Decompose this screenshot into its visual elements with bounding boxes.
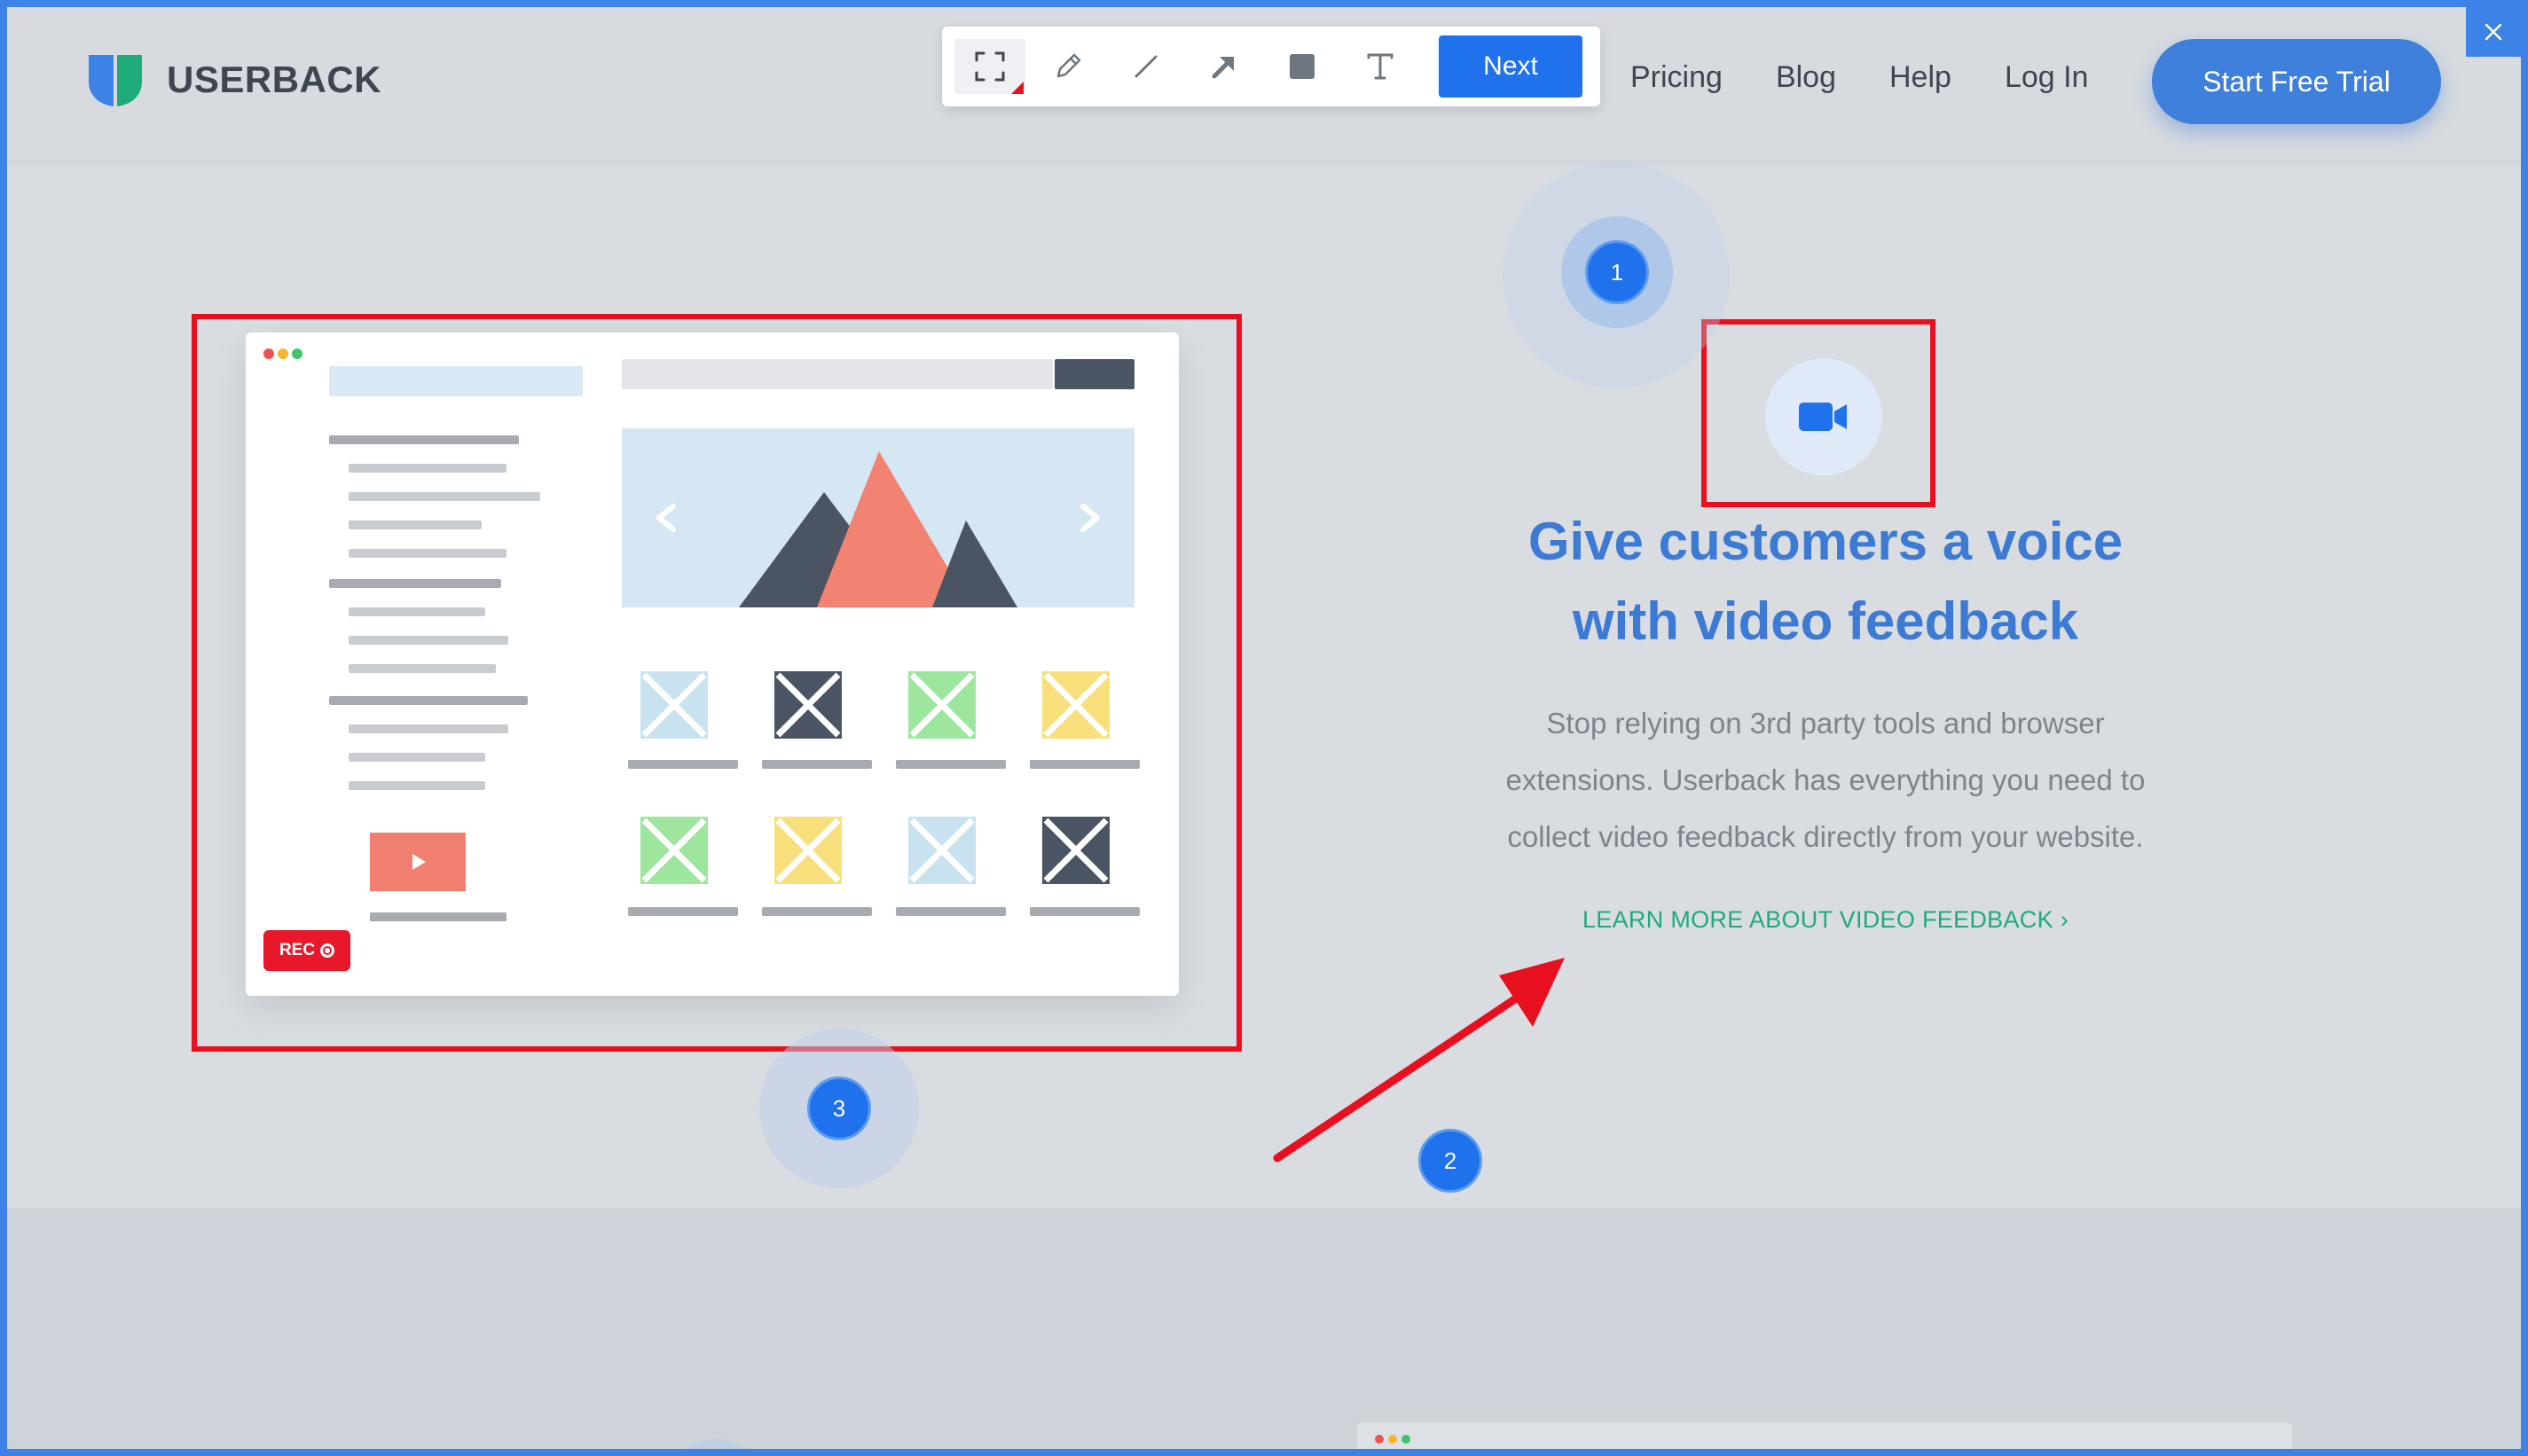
description-line-2: extensions. Userback has everything you … [1505, 763, 2146, 796]
next-section-window [1357, 1422, 2292, 1449]
tool-pencil[interactable] [1032, 39, 1103, 94]
nav-help[interactable]: Help [1889, 60, 1951, 95]
tool-text[interactable] [1345, 39, 1416, 94]
annotation-marker-1[interactable]: 1 [1585, 240, 1649, 304]
description-line-3: collect video feedback directly from you… [1507, 820, 2144, 853]
window-dot-green [1401, 1435, 1410, 1444]
headline-line-2: with video feedback [1572, 591, 2079, 651]
nav-pricing[interactable]: Pricing [1630, 60, 1723, 95]
annotation-marker-3[interactable]: 3 [807, 1076, 871, 1140]
crop-icon [975, 51, 1005, 82]
screenshot-frame: USERBACK Pricing Blog Help Log In Start … [0, 0, 2528, 1456]
text-icon [1367, 53, 1394, 80]
tool-crop[interactable] [954, 39, 1025, 94]
brand-name: USERBACK [167, 59, 382, 100]
next-button[interactable]: Next [1439, 35, 1582, 98]
learn-more-video-feedback-link[interactable]: LEARN MORE ABOUT VIDEO FEEDBACK › [1391, 906, 2260, 934]
video-camera-icon [1799, 403, 1847, 431]
marker-halo-partial [663, 1439, 770, 1449]
description-line-1: Stop relying on 3rd party tools and brow… [1546, 707, 2105, 740]
close-annotation-button[interactable] [2466, 7, 2521, 57]
video-feature-badge [1765, 358, 1882, 475]
window-dot-red [1375, 1435, 1384, 1444]
rectangle-icon [1290, 54, 1315, 79]
feature-headline: Give customers a voice with video feedba… [1391, 502, 2260, 661]
feature-description: Stop relying on 3rd party tools and brow… [1426, 695, 2225, 865]
annotation-toolbar: Next [942, 27, 1600, 106]
start-free-trial-button[interactable]: Start Free Trial [2152, 39, 2441, 124]
nav-login[interactable]: Log In [2005, 60, 2089, 95]
annotation-marker-2[interactable]: 2 [1418, 1129, 1482, 1193]
annotation-arrow[interactable] [1267, 947, 1586, 1169]
tool-arrow[interactable] [1189, 39, 1260, 94]
window-dot-yellow [1388, 1435, 1397, 1444]
close-icon [2485, 23, 2502, 41]
nav-blog[interactable]: Blog [1776, 60, 1836, 95]
next-section [7, 1209, 2521, 1449]
active-tool-marker [1011, 82, 1024, 94]
arrow-icon [1212, 57, 1234, 79]
headline-line-1: Give customers a voice [1527, 512, 2124, 571]
tool-rectangle[interactable] [1267, 39, 1338, 94]
chevron-right-icon: › [2060, 906, 2069, 933]
userback-logo-icon [89, 55, 142, 106]
tool-line[interactable] [1111, 39, 1182, 94]
logo[interactable]: USERBACK [87, 51, 381, 108]
page-canvas: USERBACK Pricing Blog Help Log In Start … [7, 7, 2521, 1449]
pencil-icon [1056, 53, 1081, 78]
line-icon [1134, 55, 1158, 78]
annotation-rectangle-3[interactable] [192, 314, 1242, 1052]
main-nav: Pricing Blog Help Log In [1630, 60, 2088, 95]
learn-more-label: LEARN MORE ABOUT VIDEO FEEDBACK [1582, 906, 2053, 933]
